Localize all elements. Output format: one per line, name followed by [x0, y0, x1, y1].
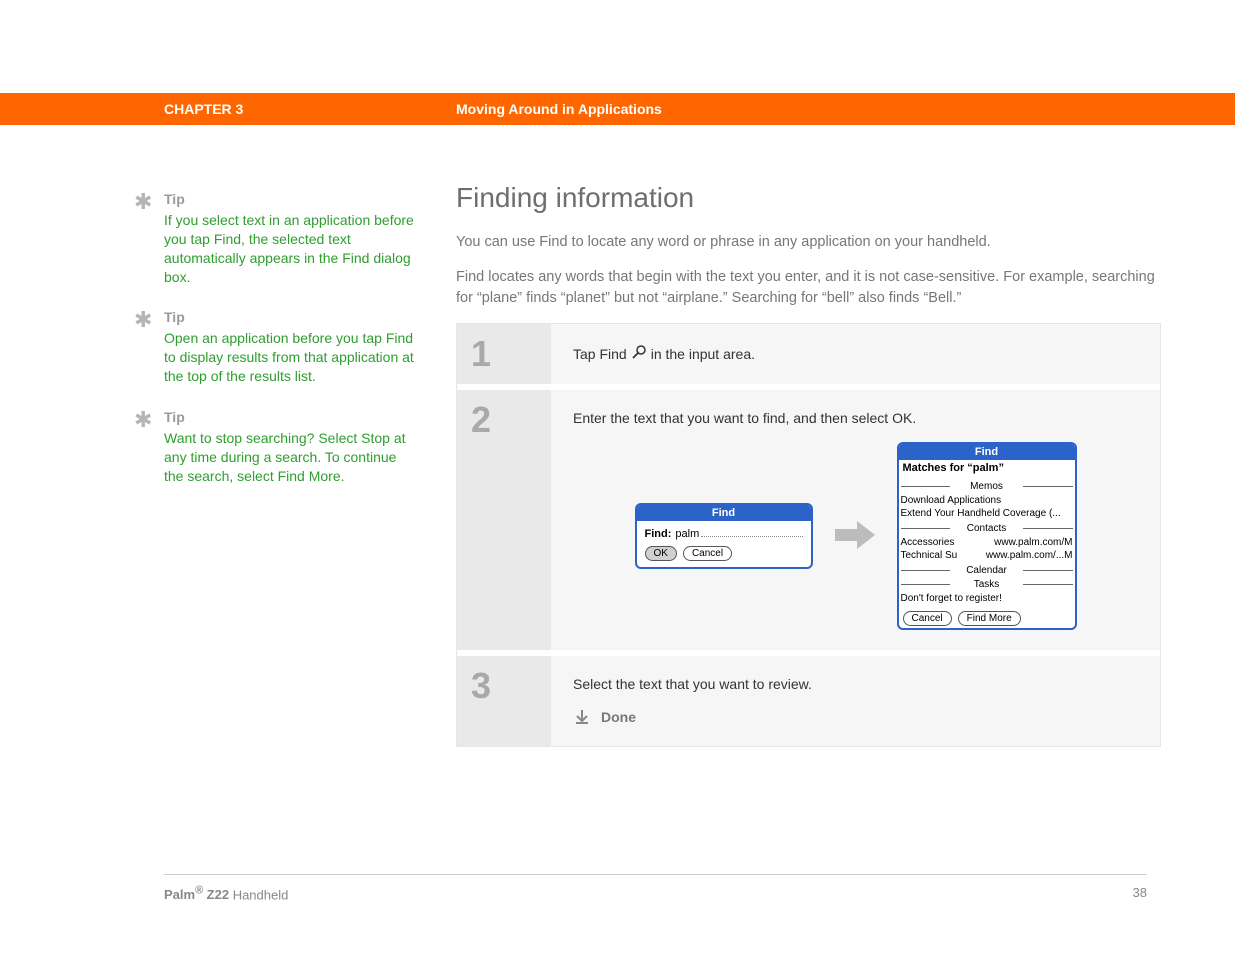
find-more-button[interactable]: Find More [958, 611, 1021, 626]
dialog-title: Find [637, 505, 811, 521]
chapter-label: CHAPTER 3 [164, 101, 243, 117]
cancel-button[interactable]: Cancel [683, 546, 732, 561]
dialog-title: Find [899, 444, 1075, 460]
sidebar-tips: ✱ Tip If you select text in an applicati… [134, 190, 414, 508]
chapter-title: Moving Around in Applications [456, 101, 662, 117]
intro-paragraph: Find locates any words that begin with t… [456, 267, 1161, 309]
ok-button[interactable]: OK [645, 546, 677, 561]
find-value: palm [675, 528, 699, 540]
magnifier-icon [631, 344, 647, 363]
section-heading: Finding information [456, 182, 1161, 214]
step-body: Tap Find in the input area. [551, 324, 1160, 384]
step-text: Select the text that you want to review. [573, 676, 1138, 692]
asterisk-icon: ✱ [134, 191, 152, 213]
step-body: Select the text that you want to review.… [551, 656, 1160, 746]
section-divider: Tasks [899, 578, 1075, 590]
section-divider: Contacts [899, 522, 1075, 534]
tip-body: Want to stop searching? Select Stop at a… [164, 429, 414, 486]
tip-body: Open an application before you tap Find … [164, 329, 414, 386]
tip: ✱ Tip Want to stop searching? Select Sto… [134, 408, 414, 486]
step-number: 2 [457, 390, 551, 650]
step-number: 1 [457, 324, 551, 384]
done-arrow-icon [573, 708, 591, 726]
result-item[interactable]: Technical Suwww.palm.com/...M [899, 549, 1075, 562]
tip-body: If you select text in an application bef… [164, 211, 414, 287]
done-label: Done [601, 709, 636, 725]
step-text: Tap Find [573, 346, 627, 362]
step-text: in the input area. [651, 346, 755, 362]
section-divider: Calendar [899, 564, 1075, 576]
arrow-right-icon [833, 517, 877, 556]
tip: ✱ Tip Open an application before you tap… [134, 308, 414, 386]
page-header: CHAPTER 3 Moving Around in Applications [0, 93, 1235, 125]
tip-label: Tip [164, 408, 414, 427]
result-item[interactable]: Accessorieswww.palm.com/M [899, 536, 1075, 549]
step-number: 3 [457, 656, 551, 746]
cancel-button[interactable]: Cancel [903, 611, 952, 626]
page-footer: Palm® Z22 Handheld 38 [164, 874, 1147, 902]
asterisk-icon: ✱ [134, 409, 152, 431]
find-dialog: Find Find: palm OK Cancel [635, 503, 813, 569]
tip-label: Tip [164, 190, 414, 209]
product-name: Palm® Z22 Handheld [164, 885, 288, 902]
step-row: 1 Tap Find in the input area. [457, 324, 1160, 390]
matches-heading: Matches for “palm” [899, 460, 1075, 478]
step-row: 3 Select the text that you want to revie… [457, 656, 1160, 746]
result-item[interactable]: Extend Your Handheld Coverage (... [899, 507, 1075, 520]
step-row: 2 Enter the text that you want to find, … [457, 390, 1160, 656]
tip-label: Tip [164, 308, 414, 327]
main-content: Finding information You can use Find to … [456, 182, 1161, 747]
result-item[interactable]: Download Applications [899, 494, 1075, 507]
intro-paragraph: You can use Find to locate any word or p… [456, 232, 1161, 253]
find-results-dialog: Find Matches for “palm” Memos Download A… [897, 442, 1077, 630]
section-divider: Memos [899, 480, 1075, 492]
result-item[interactable]: Don't forget to register! [899, 592, 1075, 605]
tip: ✱ Tip If you select text in an applicati… [134, 190, 414, 286]
find-label: Find: [645, 528, 672, 540]
step-text: Enter the text that you want to find, an… [573, 410, 1138, 426]
steps-container: 1 Tap Find in the input area. 2 Enter th… [456, 323, 1161, 747]
asterisk-icon: ✱ [134, 309, 152, 331]
step-body: Enter the text that you want to find, an… [551, 390, 1160, 650]
input-underline [701, 527, 802, 537]
page-number: 38 [1133, 885, 1147, 902]
